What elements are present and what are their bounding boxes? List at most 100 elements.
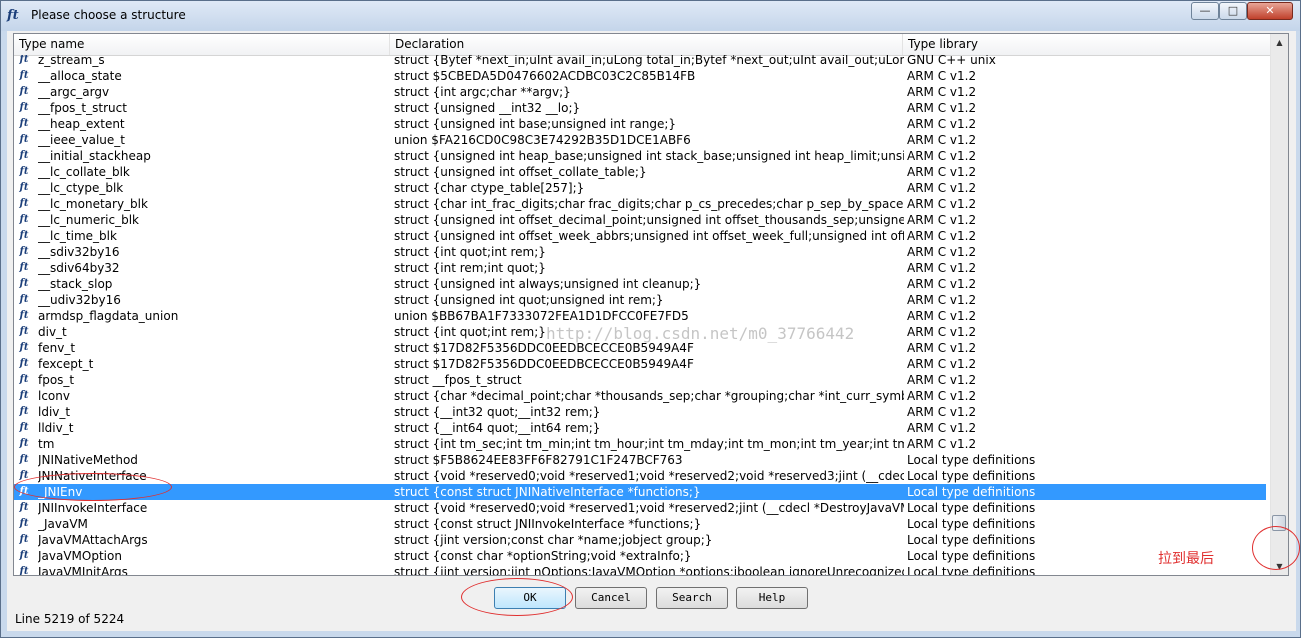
minimize-button[interactable]: — (1191, 2, 1219, 20)
struct-type-icon: ft (19, 70, 29, 81)
table-row[interactable]: ft __ieee_value_t union $FA216CD0C98C3E742… (14, 132, 1266, 148)
row-type-name: __lc_monetary_blk (38, 197, 148, 211)
dialog-window: ft Please choose a structure — □ ✕ Type … (0, 0, 1301, 638)
row-declaration: union $FA216CD0C98C3E74292B35D1DCE1ABF6 (394, 133, 691, 147)
row-type-name: __ieee_value_t (38, 133, 125, 147)
window-title: Please choose a structure (31, 8, 186, 22)
table-row[interactable]: ft __alloca_state struct $5CBEDA5D0476602A… (14, 68, 1266, 84)
row-type-name: armdsp_flagdata_union (38, 309, 179, 323)
table-row[interactable]: ft __lc_monetary_blk struct {char int_frac… (14, 196, 1266, 212)
row-declaration: union $BB67BA1F7333072FEA1D1DFCC0FE7FD5 (394, 309, 689, 323)
table-row[interactable]: ft JavaVMAttachArgs struct {jint version;c… (14, 532, 1266, 548)
column-header-type-name[interactable]: Type name (14, 34, 390, 55)
column-header-declaration[interactable]: Declaration (390, 34, 903, 55)
table-row[interactable]: ft __heap_extent struct {unsigned int base… (14, 116, 1266, 132)
table-row[interactable]: ft ldiv_t struct {__int32 quot;__int32 rem… (14, 404, 1266, 420)
struct-type-icon: ft (19, 550, 29, 561)
table-row[interactable]: ft __lc_ctype_blk struct {char ctype_table… (14, 180, 1266, 196)
table-row[interactable]: ft JavaVMOption struct {const char *option… (14, 548, 1266, 564)
row-type-library: ARM C v1.2 (907, 357, 977, 371)
row-declaration: struct {unsigned int offset_decimal_poin… (394, 213, 904, 227)
title-bar[interactable]: ft Please choose a structure — □ ✕ (1, 1, 1300, 31)
table-row[interactable]: ft __sdiv32by16 struct {int quot;int rem;}… (14, 244, 1266, 260)
struct-type-icon: ft (19, 438, 29, 449)
struct-type-icon: ft (19, 214, 29, 225)
row-declaration: struct {jint version;const char *name;jo… (394, 533, 713, 547)
maximize-button[interactable]: □ (1219, 2, 1247, 20)
row-type-library: ARM C v1.2 (907, 421, 977, 435)
table-row[interactable]: ft lldiv_t struct {__int64 quot;__int64 re… (14, 420, 1266, 436)
struct-type-icon: ft (19, 374, 29, 385)
table-row[interactable]: ft z_stream_s struct {Bytef *next_in;uInt … (14, 55, 1266, 68)
row-declaration: struct {const char *optionString;void *e… (394, 549, 692, 563)
table-row[interactable]: ft JavaVMInitArgs struct {jint version;jin… (14, 564, 1266, 575)
row-type-library: ARM C v1.2 (907, 245, 977, 259)
table-row[interactable]: ft __udiv32by16 struct {unsigned int quot;… (14, 292, 1266, 308)
row-type-library: ARM C v1.2 (907, 229, 977, 243)
table-row[interactable]: ft tm struct {int tm_sec;int tm_min;int tm… (14, 436, 1266, 452)
scroll-up-arrow-icon[interactable]: ▲ (1271, 34, 1288, 51)
table-row[interactable]: ft _JavaVM struct {const struct JNIInvokeI… (14, 516, 1266, 532)
row-type-name: fpos_t (38, 373, 75, 387)
table-row[interactable]: ft fpos_t struct __fpos_t_struct ARM C v1.2 (14, 372, 1266, 388)
row-type-library: ARM C v1.2 (907, 165, 977, 179)
table-row[interactable]: ft __lc_collate_blk struct {unsigned int o… (14, 164, 1266, 180)
struct-type-icon: ft (19, 454, 29, 465)
row-type-name: JNIInvokeInterface (38, 501, 148, 515)
struct-type-icon: ft (19, 55, 29, 65)
row-type-library: ARM C v1.2 (907, 213, 977, 227)
row-type-name: __lc_time_blk (38, 229, 117, 243)
table-row[interactable]: ft __lc_time_blk struct {unsigned int offs… (14, 228, 1266, 244)
row-type-name: z_stream_s (38, 55, 105, 67)
row-declaration: struct $17D82F5356DDC0EEDBCECCE0B5949A4F (394, 357, 694, 371)
table-row[interactable]: ft _JNIEnv struct {const struct JNINativeI… (14, 484, 1266, 500)
close-button[interactable]: ✕ (1247, 2, 1293, 20)
row-declaration: struct {void *reserved0;void *reserved1;… (394, 469, 904, 483)
row-declaration: struct {unsigned int base;unsigned int r… (394, 117, 677, 131)
struct-type-icon: ft (19, 118, 29, 129)
row-declaration: struct {__int32 quot;__int32 rem;} (394, 405, 601, 419)
row-type-library: ARM C v1.2 (907, 437, 977, 451)
table-row[interactable]: ft __sdiv64by32 struct {int rem;int quot;}… (14, 260, 1266, 276)
table-row[interactable]: ft JNINativeInterface struct {void *reserv… (14, 468, 1266, 484)
row-declaration: struct {const struct JNINativeInterface … (394, 485, 701, 499)
row-type-library: ARM C v1.2 (907, 341, 977, 355)
ok-button[interactable]: OK (494, 587, 566, 609)
row-type-name: __sdiv64by32 (38, 261, 120, 275)
struct-type-icon: ft (19, 246, 29, 257)
row-type-library: ARM C v1.2 (907, 197, 977, 211)
table-row[interactable]: ft __stack_slop struct {unsigned int alway… (14, 276, 1266, 292)
struct-type-icon: ft (19, 358, 29, 369)
cancel-button[interactable]: Cancel (575, 587, 647, 609)
row-type-name: __stack_slop (38, 277, 113, 291)
struct-type-icon: ft (19, 150, 29, 161)
row-type-library: ARM C v1.2 (907, 309, 977, 323)
scrollbar-thumb[interactable] (1272, 515, 1286, 531)
row-declaration: struct {const struct JNIInvokeInterface … (394, 517, 702, 531)
table-row[interactable]: ft __fpos_t_struct struct {unsigned __int3… (14, 100, 1266, 116)
table-row[interactable]: ft armdsp_flagdata_union union $BB67BA1F73… (14, 308, 1266, 324)
structure-list[interactable]: Type name Declaration Type library ft z_s… (13, 33, 1289, 576)
vertical-scrollbar[interactable]: ▲ ▼ (1270, 34, 1288, 575)
struct-type-icon: ft (19, 470, 29, 481)
struct-type-icon: ft (19, 486, 29, 497)
table-row[interactable]: ft JNINativeMethod struct $F5B8624EE83FF6F… (14, 452, 1266, 468)
row-type-library: Local type definitions (907, 501, 1036, 515)
search-button[interactable]: Search (656, 587, 728, 609)
table-row[interactable]: ft lconv struct {char *decimal_point;char … (14, 388, 1266, 404)
struct-type-icon: ft (19, 262, 29, 273)
table-row[interactable]: ft __argc_argv struct {int argc;char **arg… (14, 84, 1266, 100)
row-declaration: struct $5CBEDA5D0476602ACDBC03C2C85B14FB (394, 69, 696, 83)
table-row[interactable]: ft fexcept_t struct $17D82F5356DDC0EEDBCEC… (14, 356, 1266, 372)
row-type-name: __sdiv32by16 (38, 245, 120, 259)
scroll-down-arrow-icon[interactable]: ▼ (1271, 558, 1288, 575)
row-type-name: JNINativeInterface (38, 469, 147, 483)
row-declaration: struct {char int_frac_digits;char frac_d… (394, 197, 904, 211)
table-row[interactable]: ft JNIInvokeInterface struct {void *reserv… (14, 500, 1266, 516)
help-button[interactable]: Help (736, 587, 808, 609)
struct-type-icon: ft (19, 534, 29, 545)
row-declaration: struct {unsigned int heap_base;unsigned … (394, 149, 904, 163)
table-row[interactable]: ft __lc_numeric_blk struct {unsigned int o… (14, 212, 1266, 228)
column-header-type-library[interactable]: Type library (903, 34, 1272, 55)
table-row[interactable]: ft __initial_stackheap struct {unsigned in… (14, 148, 1266, 164)
